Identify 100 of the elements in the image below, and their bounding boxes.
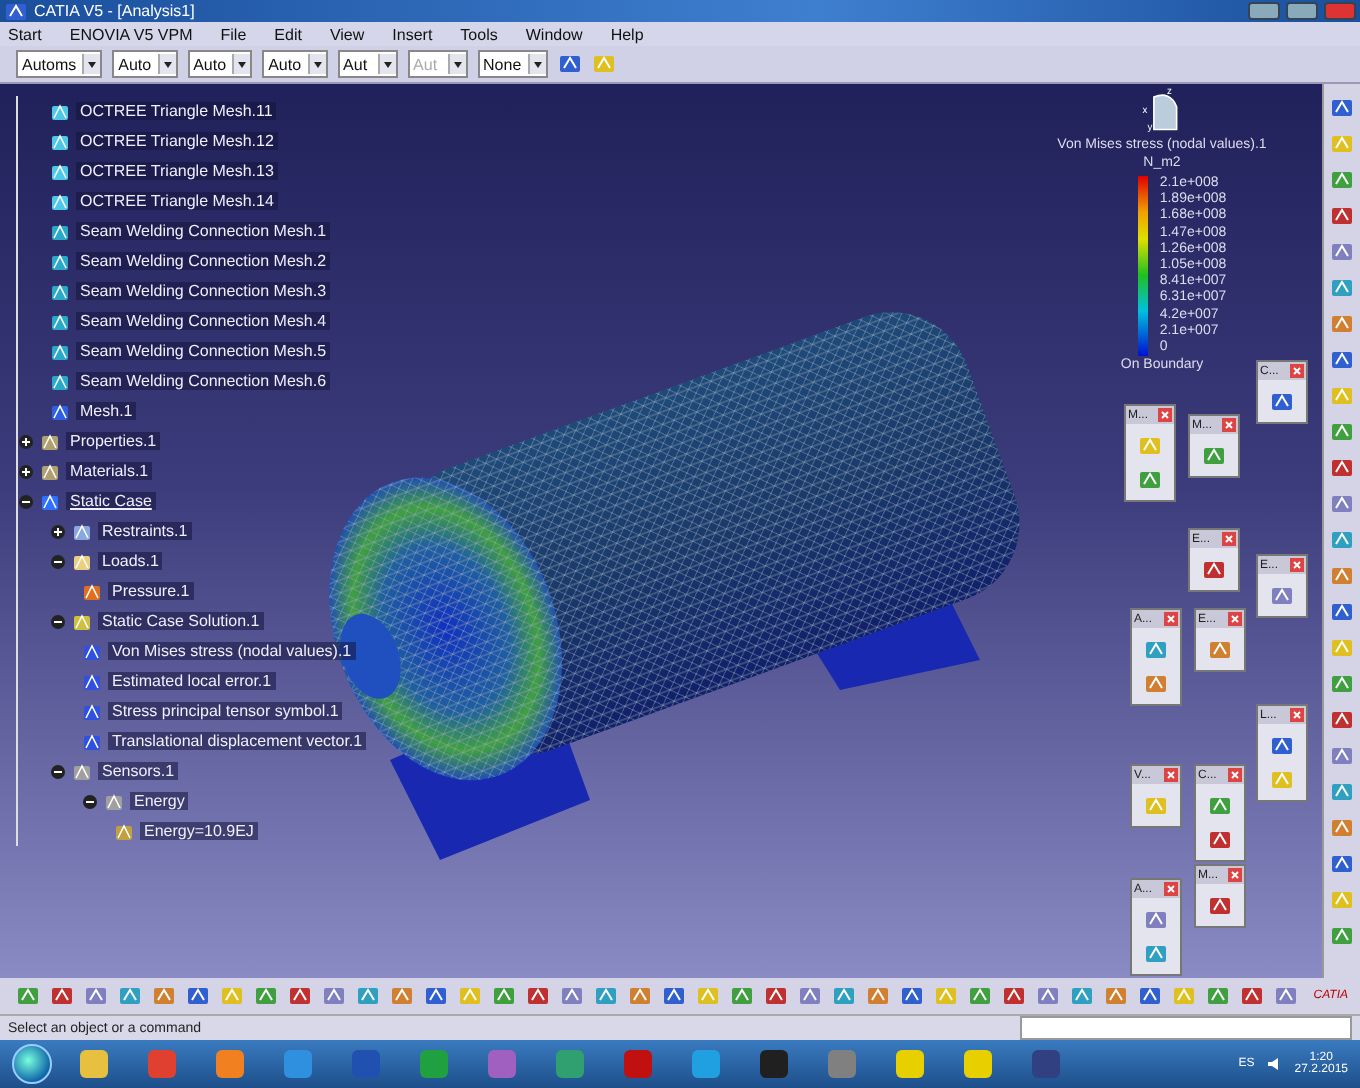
tree-node-label[interactable]: OCTREE Triangle Mesh.11	[76, 102, 277, 120]
dropdown[interactable]: Automs	[16, 50, 103, 78]
menu-item[interactable]: Edit	[274, 25, 302, 43]
dropdown[interactable]: None	[477, 50, 548, 78]
close-icon[interactable]	[1290, 708, 1304, 722]
close-icon[interactable]	[1228, 768, 1242, 782]
tree-node-label[interactable]: Energy	[130, 792, 189, 810]
tool-icon	[1273, 984, 1297, 1008]
tool-icon	[933, 984, 957, 1008]
tree-node-label[interactable]: Static Case	[66, 492, 156, 510]
dropdown[interactable]: Auto	[262, 50, 328, 78]
tool-icon	[797, 984, 821, 1008]
tool-icon	[1270, 583, 1294, 607]
menu-item[interactable]: File	[220, 25, 247, 43]
menu-item[interactable]: Tools	[460, 25, 498, 43]
tree-node-label[interactable]: Static Case Solution.1	[98, 612, 264, 630]
tool-icon	[151, 984, 175, 1008]
tree-node-label[interactable]: OCTREE Triangle Mesh.12	[76, 132, 278, 150]
tree-node-label[interactable]: Estimated local error.1	[108, 672, 276, 690]
collapse-icon[interactable]	[18, 493, 34, 509]
tool-icon	[1330, 455, 1354, 479]
tree-node-label[interactable]: Sensors.1	[98, 762, 179, 780]
caret-icon[interactable]	[527, 54, 546, 74]
app-icon	[4, 0, 28, 23]
expand-icon[interactable]	[18, 433, 34, 449]
tool-icon	[1330, 779, 1354, 803]
maximize-button[interactable]	[1286, 2, 1318, 20]
close-icon[interactable]	[1222, 418, 1236, 432]
tree-node-label[interactable]: Energy=10.9EJ	[140, 822, 258, 840]
collapse-icon[interactable]	[50, 553, 66, 569]
menu-item[interactable]: Start	[8, 25, 42, 43]
caret-icon[interactable]	[377, 54, 396, 74]
caret-icon[interactable]	[82, 54, 101, 74]
dropdown[interactable]: Auto	[112, 50, 178, 78]
tree-node-label[interactable]: Seam Welding Connection Mesh.4	[76, 312, 331, 330]
tree-node-label[interactable]: Mesh.1	[76, 402, 137, 420]
tool-icon	[695, 984, 719, 1008]
start-button[interactable]	[12, 1044, 52, 1084]
tree-node-icon	[82, 641, 102, 661]
tool-icon	[899, 984, 923, 1008]
tree-node-label[interactable]: Seam Welding Connection Mesh.3	[76, 282, 331, 300]
tool-icon	[1330, 887, 1354, 911]
tool-icon	[1208, 827, 1232, 851]
tree-node-label[interactable]: Pressure.1	[108, 582, 194, 600]
close-icon[interactable]	[1164, 882, 1178, 896]
dropdown[interactable]: Auto	[187, 50, 253, 78]
caret-icon[interactable]	[307, 54, 326, 74]
tree-node-label[interactable]: Seam Welding Connection Mesh.2	[76, 252, 331, 270]
tree-node-icon	[114, 821, 134, 841]
menu-item[interactable]: Window	[525, 25, 583, 43]
tree-node-label[interactable]: Restraints.1	[98, 522, 192, 540]
expand-icon[interactable]	[50, 523, 66, 539]
close-icon[interactable]	[1228, 868, 1242, 882]
close-icon[interactable]	[1290, 558, 1304, 572]
caret-icon[interactable]	[232, 54, 251, 74]
tree-node-label[interactable]: Properties.1	[66, 432, 161, 450]
tree-node-icon	[50, 401, 70, 421]
tree-node-label[interactable]: Materials.1	[66, 462, 153, 480]
tool-icon	[1138, 467, 1162, 491]
tree-node-label[interactable]: OCTREE Triangle Mesh.13	[76, 162, 278, 180]
close-icon[interactable]	[1164, 768, 1178, 782]
tree-node-label[interactable]: Von Mises stress (nodal values).1	[108, 642, 356, 660]
tree-node-label[interactable]: Loads.1	[98, 552, 163, 570]
tree-node-label[interactable]: Seam Welding Connection Mesh.5	[76, 342, 331, 360]
caret-icon[interactable]	[157, 54, 176, 74]
tool-icon	[185, 984, 209, 1008]
tool-icon	[1202, 443, 1226, 467]
app-icon	[282, 1048, 314, 1080]
tree-node-label[interactable]: Stress principal tensor symbol.1	[108, 702, 343, 720]
tool-icon	[457, 984, 481, 1008]
command-field[interactable]	[1020, 1016, 1352, 1040]
expand-icon[interactable]	[18, 463, 34, 479]
speaker-icon[interactable]	[1266, 1056, 1283, 1072]
tool-icon	[1239, 984, 1263, 1008]
tool-icon	[1103, 984, 1127, 1008]
menu-item[interactable]: Help	[610, 25, 644, 43]
tool-icon	[321, 984, 345, 1008]
close-icon[interactable]	[1290, 364, 1304, 378]
close-icon[interactable]	[1228, 612, 1242, 626]
close-icon[interactable]	[1158, 408, 1172, 422]
close-icon[interactable]	[1164, 612, 1178, 626]
tool-icon	[1330, 563, 1354, 587]
close-icon[interactable]	[1222, 532, 1236, 546]
menu-item[interactable]: View	[329, 25, 365, 43]
tree-node-label[interactable]: Seam Welding Connection Mesh.6	[76, 372, 331, 390]
menu-item[interactable]: Insert	[392, 25, 433, 43]
minimize-button[interactable]	[1248, 2, 1280, 20]
tool-icon	[865, 984, 889, 1008]
dropdown[interactable]: Aut	[337, 50, 398, 78]
tool-icon	[1330, 923, 1354, 947]
collapse-icon[interactable]	[50, 613, 66, 629]
menu-item[interactable]: ENOVIA V5 VPM	[69, 25, 193, 43]
collapse-icon[interactable]	[50, 763, 66, 779]
tree-node-label[interactable]: Translational displacement vector.1	[108, 732, 367, 750]
tree-node-icon	[50, 281, 70, 301]
tool-icon	[1144, 637, 1168, 661]
tree-node-label[interactable]: Seam Welding Connection Mesh.1	[76, 222, 331, 240]
tree-node-label[interactable]: OCTREE Triangle Mesh.14	[76, 192, 278, 210]
close-button[interactable]	[1324, 2, 1356, 20]
collapse-icon[interactable]	[82, 793, 98, 809]
